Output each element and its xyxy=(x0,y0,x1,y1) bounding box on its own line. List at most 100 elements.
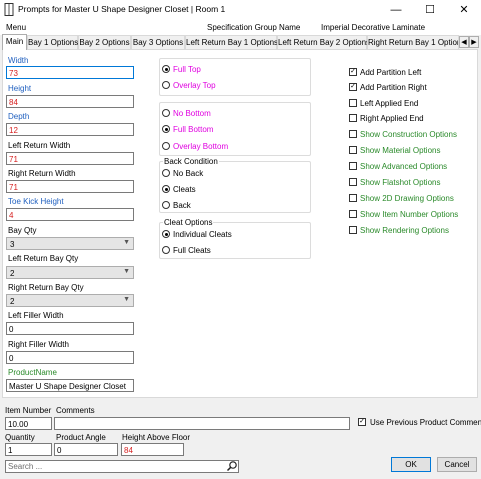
toe-kick-height-label: Toe Kick Height xyxy=(8,197,64,206)
left-return-bay-qty-value: 2 xyxy=(10,269,15,278)
spec-group-value[interactable]: Imperial Decorative Laminate xyxy=(321,23,425,32)
product-name-label: ProductName xyxy=(8,368,57,377)
show-material-options-checkbox[interactable] xyxy=(349,146,357,154)
tab-bay-2-options[interactable]: Bay 2 Options xyxy=(78,35,131,49)
product-angle-input[interactable]: 0 xyxy=(54,443,118,456)
show-material-options-label[interactable]: Show Material Options xyxy=(360,146,440,155)
app-icon xyxy=(4,3,14,16)
item-number-input[interactable]: 10.00 xyxy=(5,417,52,430)
height-above-floor-label: Height Above Floor xyxy=(122,433,191,442)
depth-input[interactable]: 12 xyxy=(6,123,134,136)
top-group xyxy=(159,58,311,96)
tab-bay-3-options[interactable]: Bay 3 Options xyxy=(131,35,185,49)
product-name-input[interactable]: Master U Shape Designer Closet xyxy=(6,379,134,392)
full-top-label[interactable]: Full Top xyxy=(173,65,201,74)
show-rendering-options-label[interactable]: Show Rendering Options xyxy=(360,226,449,235)
right-return-bay-qty-label: Right Return Bay Qty xyxy=(8,283,84,292)
ok-button[interactable]: OK xyxy=(391,457,431,472)
individual-cleats-label[interactable]: Individual Cleats xyxy=(173,230,232,239)
show-flatshot-options-checkbox[interactable] xyxy=(349,178,357,186)
back-condition-title: Back Condition xyxy=(163,157,219,166)
no-back-radio[interactable] xyxy=(162,169,170,177)
comments-input[interactable] xyxy=(54,417,350,430)
close-button[interactable]: ✕ xyxy=(447,0,481,19)
height-input[interactable]: 84 xyxy=(6,95,134,108)
use-previous-comments-label[interactable]: Use Previous Product Comments xyxy=(370,418,481,427)
menu-item[interactable]: Menu xyxy=(6,23,26,32)
tab-scroll-left-icon[interactable]: ◀ xyxy=(459,36,469,48)
cleat-options-title: Cleat Options xyxy=(163,218,214,227)
full-top-radio[interactable] xyxy=(162,65,170,73)
back-label[interactable]: Back xyxy=(173,201,191,210)
bay-qty-label: Bay Qty xyxy=(8,226,37,235)
bay-qty-select[interactable]: 3 ▼ xyxy=(6,237,134,250)
window-title: Prompts for Master U Shape Designer Clos… xyxy=(18,4,226,14)
back-radio[interactable] xyxy=(162,201,170,209)
no-back-label[interactable]: No Back xyxy=(173,169,203,178)
right-filler-width-input[interactable]: 0 xyxy=(6,351,134,364)
left-filler-width-label: Left Filler Width xyxy=(8,311,64,320)
right-return-bay-qty-select[interactable]: 2 ▼ xyxy=(6,294,134,307)
left-return-width-input[interactable]: 71 xyxy=(6,152,134,165)
tab-right-return-bay-1-options[interactable]: Right Return Bay 1 Options xyxy=(367,35,459,49)
product-angle-label: Product Angle xyxy=(56,433,106,442)
right-return-width-input[interactable]: 71 xyxy=(6,180,134,193)
cancel-button[interactable]: Cancel xyxy=(437,457,477,472)
left-return-bay-qty-select[interactable]: 2 ▼ xyxy=(6,266,134,279)
add-partition-left-label[interactable]: Add Partition Left xyxy=(360,68,421,77)
show-advanced-options-checkbox[interactable] xyxy=(349,162,357,170)
left-filler-width-input[interactable]: 0 xyxy=(6,322,134,335)
show-item-number-options-label[interactable]: Show Item Number Options xyxy=(360,210,458,219)
tab-scroll-right-icon[interactable]: ▶ xyxy=(469,36,479,48)
show-flatshot-options-label[interactable]: Show Flatshot Options xyxy=(360,178,440,187)
add-partition-right-checkbox[interactable]: ✓ xyxy=(349,83,357,91)
no-bottom-radio[interactable] xyxy=(162,109,170,117)
left-return-width-label: Left Return Width xyxy=(8,141,71,150)
quantity-input[interactable]: 1 xyxy=(5,443,52,456)
chevron-down-icon: ▼ xyxy=(123,296,130,303)
depth-label: Depth xyxy=(8,112,30,121)
use-previous-comments-checkbox[interactable]: ✓ xyxy=(358,418,366,426)
right-filler-width-label: Right Filler Width xyxy=(8,340,69,349)
full-cleats-label[interactable]: Full Cleats xyxy=(173,246,211,255)
full-bottom-radio[interactable] xyxy=(162,125,170,133)
chevron-down-icon: ▼ xyxy=(123,239,130,246)
overlay-top-radio[interactable] xyxy=(162,81,170,89)
chevron-down-icon: ▼ xyxy=(123,268,130,275)
search-icon[interactable] xyxy=(226,460,238,472)
cleats-radio[interactable] xyxy=(162,185,170,193)
overlay-bottom-radio[interactable] xyxy=(162,142,170,150)
show-2d-drawing-options-label[interactable]: Show 2D Drawing Options xyxy=(360,194,454,203)
show-rendering-options-checkbox[interactable] xyxy=(349,226,357,234)
add-partition-right-label[interactable]: Add Partition Right xyxy=(360,83,427,92)
add-partition-left-checkbox[interactable]: ✓ xyxy=(349,68,357,76)
width-input[interactable]: 73 xyxy=(6,66,134,79)
bay-qty-value: 3 xyxy=(10,240,15,249)
overlay-top-label[interactable]: Overlay Top xyxy=(173,81,216,90)
show-2d-drawing-options-checkbox[interactable] xyxy=(349,194,357,202)
item-number-label: Item Number xyxy=(5,406,52,415)
left-applied-end-checkbox[interactable] xyxy=(349,99,357,107)
search-placeholder: Search ... xyxy=(8,462,43,471)
individual-cleats-radio[interactable] xyxy=(162,230,170,238)
show-construction-options-label[interactable]: Show Construction Options xyxy=(360,130,457,139)
no-bottom-label[interactable]: No Bottom xyxy=(173,109,211,118)
maximize-button[interactable]: ☐ xyxy=(413,0,447,19)
tab-left-return-bay-2-options[interactable]: Left Return Bay 2 Options xyxy=(277,35,370,49)
show-advanced-options-label[interactable]: Show Advanced Options xyxy=(360,162,447,171)
tab-left-return-bay-1-options[interactable]: Left Return Bay 1 Options xyxy=(185,35,278,49)
show-item-number-options-checkbox[interactable] xyxy=(349,210,357,218)
height-above-floor-input[interactable]: 84 xyxy=(121,443,184,456)
cleats-label[interactable]: Cleats xyxy=(173,185,196,194)
right-applied-end-label[interactable]: Right Applied End xyxy=(360,114,424,123)
minimize-button[interactable]: — xyxy=(379,0,413,19)
full-bottom-label[interactable]: Full Bottom xyxy=(173,125,213,134)
overlay-bottom-label[interactable]: Overlay Bottom xyxy=(173,142,228,151)
right-applied-end-checkbox[interactable] xyxy=(349,114,357,122)
toe-kick-height-input[interactable]: 4 xyxy=(6,208,134,221)
tab-bay-1-options[interactable]: Bay 1 Options xyxy=(27,35,78,49)
left-applied-end-label[interactable]: Left Applied End xyxy=(360,99,418,108)
full-cleats-radio[interactable] xyxy=(162,246,170,254)
show-construction-options-checkbox[interactable] xyxy=(349,130,357,138)
tab-main[interactable]: Main xyxy=(2,34,27,50)
